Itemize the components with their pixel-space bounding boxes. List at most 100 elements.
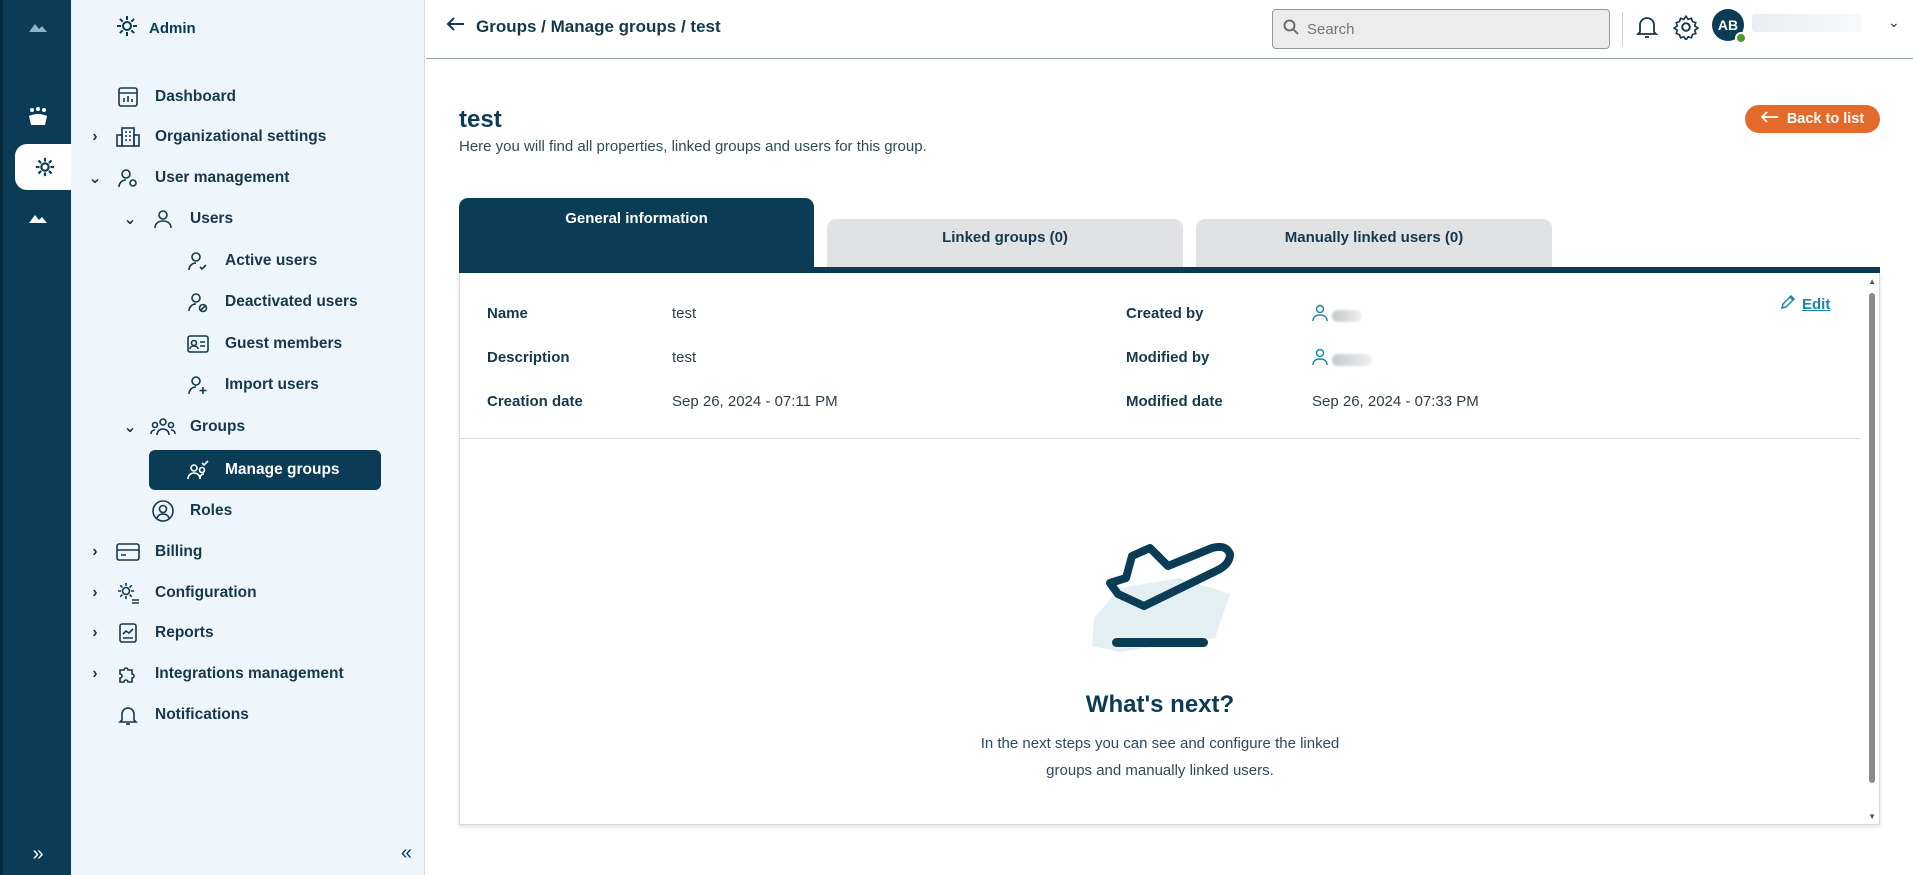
tab-label: Linked groups (0) xyxy=(942,229,1068,246)
chevron-down-icon[interactable]: ⌄ xyxy=(120,210,140,229)
sidebar-header: Admin xyxy=(115,14,196,42)
user-check-icon xyxy=(185,248,211,274)
tab-general-information[interactable]: General information xyxy=(459,198,814,274)
hands-icon[interactable] xyxy=(15,95,61,139)
person-icon xyxy=(1312,348,1328,371)
chevron-down-icon[interactable]: ⌄ xyxy=(120,418,140,437)
back-to-list-label: Back to list xyxy=(1786,111,1865,127)
scroll-up-icon[interactable]: ▲ xyxy=(1868,277,1876,286)
modified-date-label: Modified date xyxy=(1126,393,1223,410)
sidebar-item-active-users[interactable]: Active users xyxy=(185,241,317,281)
sidebar-item-reports[interactable]: › Reports xyxy=(85,613,214,653)
sidebar-item-users[interactable]: ⌄ Users xyxy=(120,199,233,239)
sidebar-item-dashboard[interactable]: Dashboard xyxy=(115,77,236,117)
sidebar-item-manage-groups[interactable]: Manage groups xyxy=(149,450,381,490)
back-arrow-icon[interactable] xyxy=(446,16,466,37)
creation-date-value: Sep 26, 2024 - 07:11 PM xyxy=(672,393,838,410)
sidebar-item-label: Configuration xyxy=(155,584,257,601)
cloud-icon[interactable] xyxy=(15,196,61,240)
sidebar-item-label: User management xyxy=(155,169,290,186)
user-name-redacted[interactable] xyxy=(1752,14,1862,32)
sidebar-item-organizational-settings[interactable]: › Organizational settings xyxy=(85,117,326,157)
sidebar-item-label: Users xyxy=(190,210,234,227)
page-title: test xyxy=(459,106,502,133)
sidebar-item-notifications[interactable]: Notifications xyxy=(115,695,249,735)
chevron-down-icon[interactable]: ⌄ xyxy=(1888,14,1900,31)
tab-linked-groups[interactable]: Linked groups (0) xyxy=(827,219,1183,271)
chevron-down-icon[interactable]: ⌄ xyxy=(85,169,105,188)
sidebar-title: Admin xyxy=(149,19,196,37)
plane-illustration-icon xyxy=(1080,528,1240,663)
sidebar: Admin Dashboard › Organizational setting… xyxy=(71,0,425,875)
edit-label: Edit xyxy=(1802,295,1831,313)
config-gear-icon xyxy=(115,580,141,606)
sidebar-item-label: Deactivated users xyxy=(225,293,358,310)
user-gear-icon xyxy=(115,165,141,191)
sidebar-item-import-users[interactable]: Import users xyxy=(185,365,319,405)
chevron-right-icon[interactable]: › xyxy=(85,584,105,602)
sidebar-item-label: Dashboard xyxy=(155,88,236,105)
sidebar-item-deactivated-users[interactable]: Deactivated users xyxy=(185,282,358,322)
scrollbar[interactable]: ▲ ▼ xyxy=(1865,273,1879,825)
tab-manually-linked-users[interactable]: Manually linked users (0) xyxy=(1196,219,1552,271)
sidebar-item-integrations-management[interactable]: › Integrations management xyxy=(85,654,344,694)
scroll-down-icon[interactable]: ▼ xyxy=(1868,812,1876,821)
sidebar-item-label: Notifications xyxy=(155,706,249,723)
user-circle-icon xyxy=(150,498,176,524)
person-icon xyxy=(1312,304,1328,327)
bell-icon xyxy=(115,702,141,728)
creation-date-label: Creation date xyxy=(487,393,583,410)
page-subtitle: Here you will find all properties, linke… xyxy=(459,138,927,155)
name-value: test xyxy=(672,305,697,322)
sidebar-item-label: Active users xyxy=(225,252,318,269)
sidebar-item-user-management[interactable]: ⌄ User management xyxy=(85,158,289,198)
sidebar-item-groups[interactable]: ⌄ Groups xyxy=(120,407,246,447)
empty-state-line-1: In the next steps you can see and config… xyxy=(980,735,1340,752)
chevron-right-icon[interactable]: › xyxy=(85,543,105,561)
search-input[interactable] xyxy=(1307,20,1587,38)
modified-by-redacted[interactable] xyxy=(1332,354,1372,366)
sidebar-item-label: Organizational settings xyxy=(155,128,327,145)
chevron-right-icon[interactable]: › xyxy=(85,624,105,642)
scrollbar-thumb[interactable] xyxy=(1869,293,1875,783)
chevron-right-icon[interactable]: › xyxy=(85,665,105,683)
description-label: Description xyxy=(487,349,570,366)
sidebar-item-billing[interactable]: › Billing xyxy=(85,532,202,572)
search-box[interactable] xyxy=(1272,9,1610,49)
created-by-redacted[interactable] xyxy=(1332,310,1362,322)
puzzle-icon xyxy=(115,661,141,687)
edit-link[interactable]: Edit xyxy=(1780,294,1830,314)
sidebar-item-guest-members[interactable]: Guest members xyxy=(185,324,342,364)
breadcrumb: Groups / Manage groups / test xyxy=(446,16,721,37)
expand-icon[interactable]: » xyxy=(15,832,61,875)
modified-date-value: Sep 26, 2024 - 07:33 PM xyxy=(1312,393,1479,410)
sidebar-item-configuration[interactable]: › Configuration xyxy=(85,573,257,613)
arrow-left-icon xyxy=(1760,111,1779,127)
sidebar-item-label: Manage groups xyxy=(225,461,340,478)
report-icon xyxy=(115,620,141,646)
user-plus-icon xyxy=(185,372,211,398)
tab-label: General information xyxy=(565,210,708,227)
bell-icon[interactable] xyxy=(1632,12,1662,42)
sidebar-item-label: Groups xyxy=(190,418,246,435)
sidebar-item-label: Billing xyxy=(155,543,203,560)
empty-state-text: In the next steps you can see and config… xyxy=(460,730,1860,784)
breadcrumb-text[interactable]: Groups / Manage groups / test xyxy=(476,17,721,37)
logo-icon[interactable] xyxy=(15,6,61,50)
sidebar-item-roles[interactable]: Roles xyxy=(150,491,232,531)
divider xyxy=(1622,12,1623,46)
sidebar-item-label: Roles xyxy=(190,502,233,519)
created-by-label: Created by xyxy=(1126,305,1204,322)
settings-rail-icon[interactable] xyxy=(15,144,75,190)
gear-icon[interactable] xyxy=(1671,12,1701,42)
sidebar-item-label: Integrations management xyxy=(155,665,344,682)
description-value: test xyxy=(672,349,697,366)
user-icon xyxy=(150,206,176,232)
double-chevron-left-icon[interactable]: « xyxy=(401,842,412,865)
back-to-list-button[interactable]: Back to list xyxy=(1745,105,1880,133)
sidebar-item-label: Reports xyxy=(155,624,214,641)
empty-state-line-2: groups and manually linked users. xyxy=(1046,762,1274,779)
user-blocked-icon xyxy=(185,289,211,315)
chevron-right-icon[interactable]: › xyxy=(85,128,105,146)
sidebar-item-label: Import users xyxy=(225,376,319,393)
